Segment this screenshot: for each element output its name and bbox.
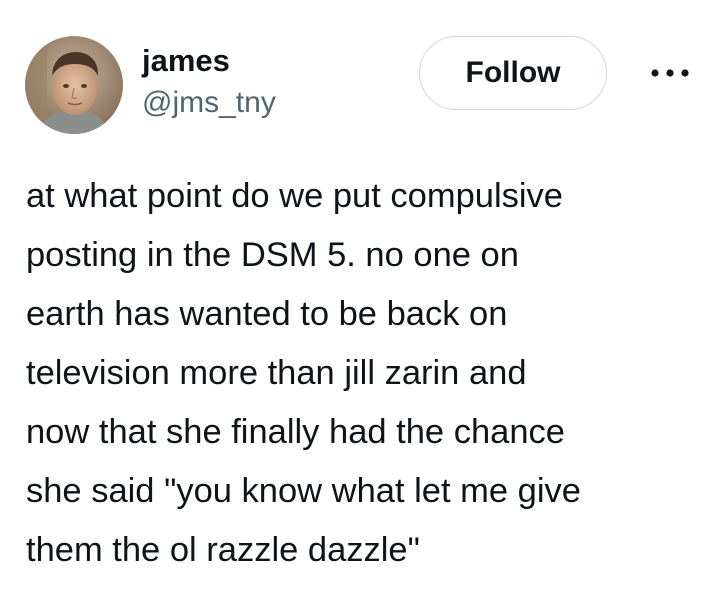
tweet-text-line: now that she finally had the chance [26, 413, 565, 451]
more-options-button[interactable] [648, 60, 692, 86]
tweet-text-line: she said "you know what let me give [26, 472, 581, 510]
tweet-text: at what point do we put compulsive posti… [26, 167, 698, 580]
follow-button[interactable]: Follow [419, 36, 607, 110]
tweet-text-line: posting in the DSM 5. no one on [26, 236, 519, 274]
tweet-text-line: television more than jill zarin and [26, 354, 527, 392]
tweet-card: james @jms_tny Follow at what point do w… [0, 0, 710, 594]
more-horizontal-icon [651, 69, 689, 77]
tweet-text-line: at what point do we put compulsive [26, 177, 563, 215]
avatar[interactable] [25, 36, 123, 134]
tweet-text-line: them the ol razzle dazzle" [26, 531, 420, 569]
author-info: james @jms_tny [142, 44, 276, 120]
tweet-text-line: earth has wanted to be back on [26, 295, 508, 333]
user-handle[interactable]: @jms_tny [142, 86, 276, 120]
avatar-photo [25, 36, 123, 134]
display-name[interactable]: james [142, 44, 276, 78]
